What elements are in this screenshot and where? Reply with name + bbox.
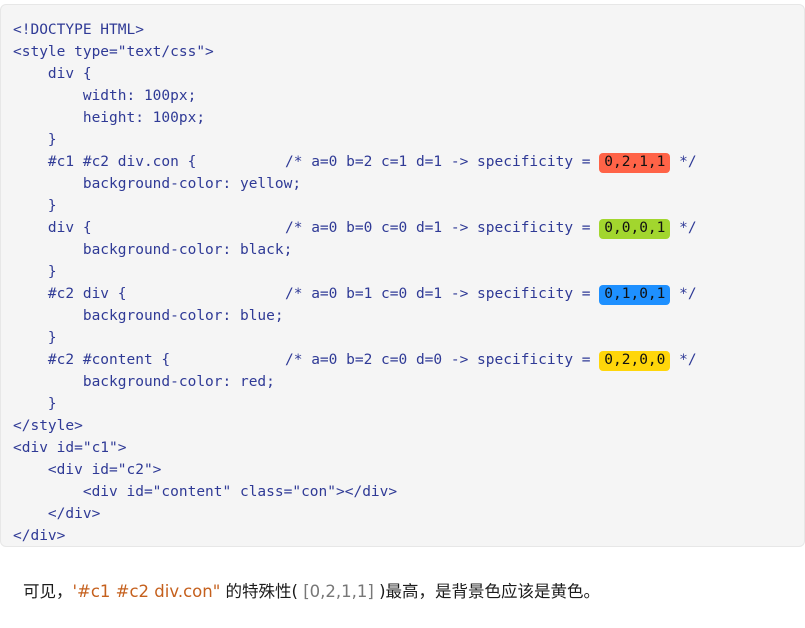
code-line: #c1 #c2 div.con { /* a=0 b=2 c=1 d=1 -> s… (13, 151, 804, 173)
code-line-text: div { (13, 220, 92, 236)
page-root: <!DOCTYPE HTML> <style type="text/css"> d… (0, 0, 805, 601)
code-line-text: <div id="content" class="con"></div> (13, 484, 398, 500)
code-line: background-color: red; (13, 371, 804, 393)
specificity-badge: 0,2,0,0 (599, 351, 671, 371)
code-line-text: } (13, 264, 57, 280)
code-line-text: } (13, 330, 57, 346)
comment-suffix: */ (670, 154, 697, 170)
code-line-text: } (13, 198, 57, 214)
code-line: width: 100px; (13, 85, 804, 107)
code-line: <!DOCTYPE HTML> (13, 19, 804, 41)
code-line: </style> (13, 415, 804, 437)
code-line: <div id="content" class="con"></div> (13, 481, 804, 503)
code-line-text: #c2 #content { (13, 352, 171, 368)
comment-suffix: */ (670, 352, 697, 368)
code-line: <style type="text/css"> (13, 41, 804, 63)
code-line-text: } (13, 396, 57, 412)
code-line-text: </div> (13, 506, 101, 522)
code-line: div { (13, 63, 804, 85)
code-line: } (13, 393, 804, 415)
caption-selector: '#c1 #c2 div.con" (72, 582, 221, 601)
code-line: height: 100px; (13, 107, 804, 129)
code-line: #c2 #content { /* a=0 b=2 c=0 d=0 -> spec… (13, 349, 804, 371)
code-line: } (13, 195, 804, 217)
code-comment: /* a=0 b=2 c=1 d=1 -> specificity = 0,2,… (285, 151, 697, 173)
comment-prefix: /* a=0 b=0 c=0 d=1 -> specificity = (285, 220, 600, 236)
specificity-badge: 0,2,1,1 (599, 153, 671, 173)
code-line-text: height: 100px; (13, 110, 206, 126)
code-line: background-color: black; (13, 239, 804, 261)
code-block: <!DOCTYPE HTML> <style type="text/css"> d… (0, 4, 805, 547)
code-line-text: <div id="c1"> (13, 440, 127, 456)
code-line-text: <!DOCTYPE HTML> (13, 22, 144, 38)
code-line-text: background-color: blue; (13, 308, 284, 324)
specificity-badge: 0,1,0,1 (599, 285, 671, 305)
code-line: } (13, 327, 804, 349)
caption-part2: 的特殊性( (220, 582, 304, 601)
code-line: div { /* a=0 b=0 c=0 d=1 -> specificity =… (13, 217, 804, 239)
code-line-text: <div id="c2"> (13, 462, 162, 478)
code-line-text: #c2 div { (13, 286, 127, 302)
code-line-text: div { (13, 66, 92, 82)
code-line: </div> (13, 525, 804, 546)
code-line-text: </style> (13, 418, 83, 434)
caption: 可见，'#c1 #c2 div.con" 的特殊性( [0,2,1,1] )最高… (2, 556, 802, 628)
code-line: #c2 div { /* a=0 b=1 c=0 d=1 -> specifici… (13, 283, 804, 305)
comment-suffix: */ (670, 220, 697, 236)
code-comment: /* a=0 b=0 c=0 d=1 -> specificity = 0,0,… (285, 217, 697, 239)
caption-part1: 可见， (22, 582, 73, 601)
code-line: <div id="c1"> (13, 437, 804, 459)
code-line-text: } (13, 132, 57, 148)
code-line-text: background-color: yellow; (13, 176, 302, 192)
code-line-text: background-color: red; (13, 374, 275, 390)
code-line-text: #c1 #c2 div.con { (13, 154, 197, 170)
code-line: </div> (13, 503, 804, 525)
comment-suffix: */ (670, 286, 697, 302)
code-comment: /* a=0 b=1 c=0 d=1 -> specificity = 0,1,… (285, 283, 697, 305)
code-line-text: <style type="text/css"> (13, 44, 214, 60)
code-line: } (13, 261, 804, 283)
code-line: } (13, 129, 804, 151)
code-listing: <!DOCTYPE HTML> <style type="text/css"> d… (13, 19, 804, 546)
comment-prefix: /* a=0 b=2 c=1 d=1 -> specificity = (285, 154, 600, 170)
code-line: <div id="c2"> (13, 459, 804, 481)
specificity-badge: 0,0,0,1 (599, 219, 671, 239)
code-line: background-color: blue; (13, 305, 804, 327)
code-comment: /* a=0 b=2 c=0 d=0 -> specificity = 0,2,… (285, 349, 697, 371)
code-line: background-color: yellow; (13, 173, 804, 195)
comment-prefix: /* a=0 b=1 c=0 d=1 -> specificity = (285, 286, 600, 302)
comment-prefix: /* a=0 b=2 c=0 d=0 -> specificity = (285, 352, 600, 368)
code-line-text: background-color: black; (13, 242, 293, 258)
caption-part3: )最高，是背景色应该是黄色。 (373, 582, 601, 601)
caption-specificity: [0,2,1,1] (303, 582, 374, 601)
code-line-text: </div> (13, 528, 66, 544)
code-line-text: width: 100px; (13, 88, 197, 104)
